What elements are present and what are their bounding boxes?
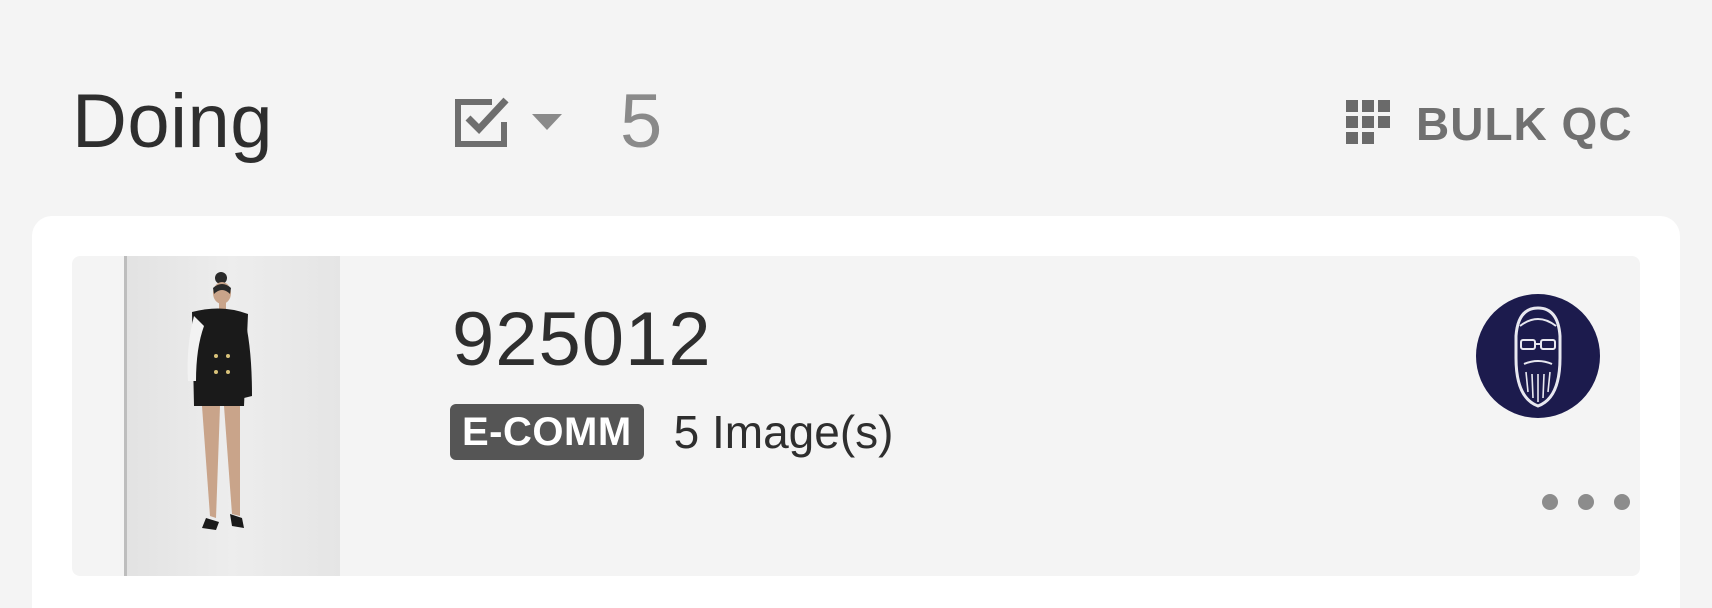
job-id: 925012 <box>452 297 712 382</box>
card-menu-button[interactable] <box>1542 482 1630 522</box>
card-list: 925012 E-COMM 5 Image(s) <box>32 216 1680 608</box>
caret-down-icon <box>532 114 562 130</box>
assignee-avatar[interactable] <box>1476 294 1600 418</box>
more-icon <box>1542 494 1558 510</box>
image-count: 5 Image(s) <box>673 406 894 458</box>
bulk-qc-label: BULK QC <box>1416 98 1633 150</box>
job-card[interactable]: 925012 E-COMM 5 Image(s) <box>72 256 1640 576</box>
job-type-badge: E-COMM <box>450 404 644 460</box>
more-icon-dot <box>1614 494 1630 510</box>
checkbox-icon <box>455 97 509 147</box>
grid-icon <box>1346 100 1390 144</box>
column-title: Doing <box>72 79 274 164</box>
card-count: 5 <box>620 79 663 164</box>
product-thumbnail <box>124 256 340 576</box>
select-all-dropdown[interactable] <box>452 92 564 152</box>
card-meta: E-COMM 5 Image(s) <box>450 404 894 460</box>
more-icon-dot <box>1578 494 1594 510</box>
bulk-qc-button[interactable]: BULK QC <box>1346 98 1633 150</box>
column-header: Doing 5 BULK QC <box>0 0 1712 210</box>
kanban-column-doing: Doing 5 BULK QC 925012 E-COMM 5 Image(s) <box>0 0 1712 608</box>
